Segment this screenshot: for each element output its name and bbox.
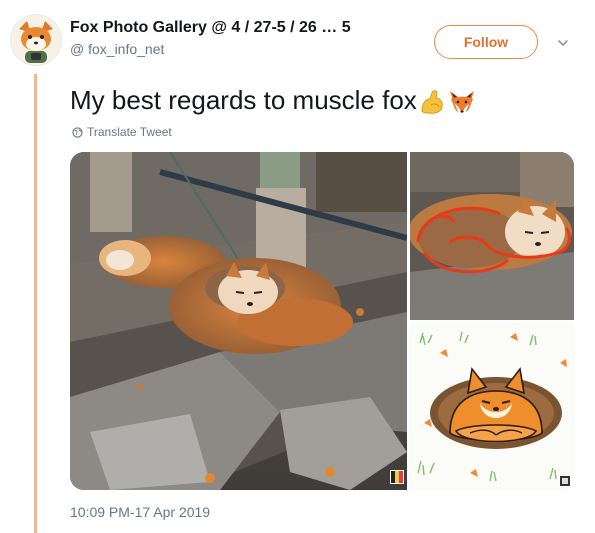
photo-muscle-fox-drawing[interactable]	[410, 323, 574, 490]
avatar[interactable]	[10, 14, 62, 66]
thread-line	[34, 74, 37, 533]
tweet-text-content: My best regards to muscle fox	[70, 85, 417, 115]
media-grid	[70, 152, 574, 490]
tweet-header: Fox Photo Gallery @ 4 / 27-5 / 26 … 5 @ …	[70, 18, 351, 58]
follow-button[interactable]: Follow	[434, 25, 538, 59]
tweet-text: My best regards to muscle fox	[70, 84, 477, 117]
globe-icon	[72, 126, 83, 138]
tweet-timestamp[interactable]: 10:09 PM-17 Apr 2019	[70, 504, 210, 520]
translate-tweet-link[interactable]: Translate Tweet	[72, 125, 172, 139]
fox-face-icon	[449, 91, 474, 115]
chevron-down-icon[interactable]	[556, 36, 570, 50]
flag-icon	[390, 470, 404, 484]
flexed-biceps-icon	[421, 90, 443, 114]
photo-sleeping-foxes[interactable]	[70, 152, 407, 490]
translate-label: Translate Tweet	[87, 125, 172, 139]
fox-avatar-icon	[11, 15, 61, 65]
user-handle[interactable]: @ fox_info_net	[70, 40, 351, 58]
display-name[interactable]: Fox Photo Gallery @ 4 / 27-5 / 26 … 5	[70, 18, 351, 38]
photo-fox-drawn-muscles[interactable]	[410, 152, 574, 320]
badge-icon	[560, 476, 570, 486]
